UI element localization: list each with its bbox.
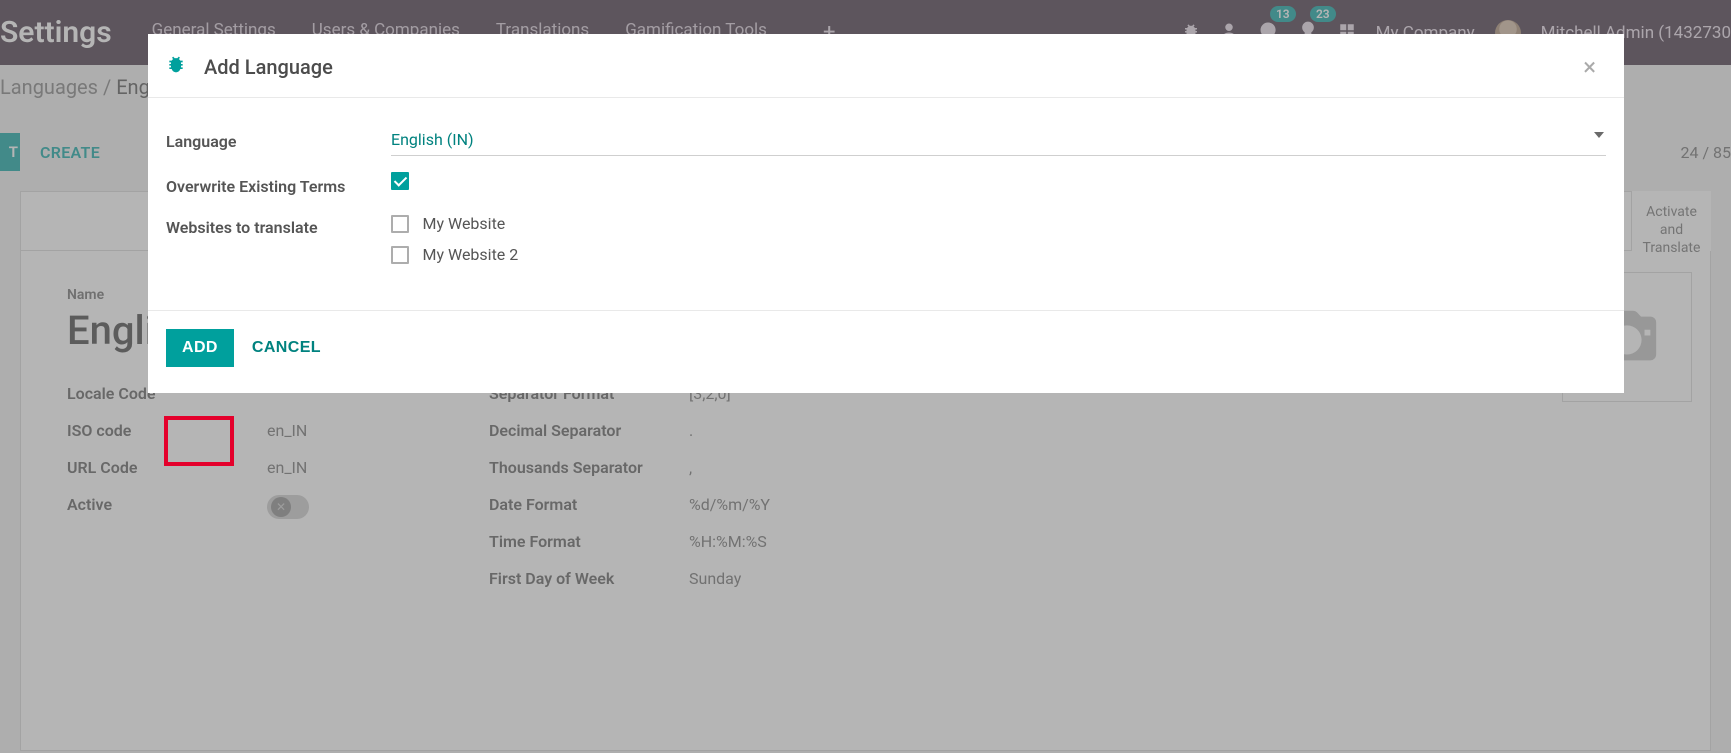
- website-option-2-label: My Website 2: [422, 245, 518, 264]
- add-button[interactable]: ADD: [166, 329, 234, 367]
- chevron-down-icon: [1594, 132, 1604, 138]
- website-option-2-checkbox[interactable]: [391, 246, 409, 264]
- modal-title: Add Language: [204, 55, 333, 79]
- cancel-button[interactable]: CANCEL: [252, 339, 321, 357]
- overwrite-checkbox[interactable]: [391, 172, 409, 190]
- modal-bug-icon[interactable]: [166, 54, 186, 79]
- modal-header: Add Language ×: [148, 34, 1624, 98]
- close-icon[interactable]: ×: [1579, 55, 1600, 79]
- modal-body: Language English (IN) Overwrite Existing…: [148, 98, 1624, 310]
- language-selected-value: English (IN): [391, 130, 474, 149]
- language-label: Language: [166, 128, 391, 151]
- language-select[interactable]: English (IN): [391, 128, 1606, 156]
- website-option-1-label: My Website: [422, 214, 505, 233]
- overwrite-label: Overwrite Existing Terms: [166, 172, 391, 198]
- add-language-modal: Add Language × Language English (IN) Ove…: [148, 34, 1624, 393]
- modal-footer: ADD CANCEL: [148, 310, 1624, 393]
- websites-label: Websites to translate: [166, 214, 391, 237]
- website-option-1-checkbox[interactable]: [391, 215, 409, 233]
